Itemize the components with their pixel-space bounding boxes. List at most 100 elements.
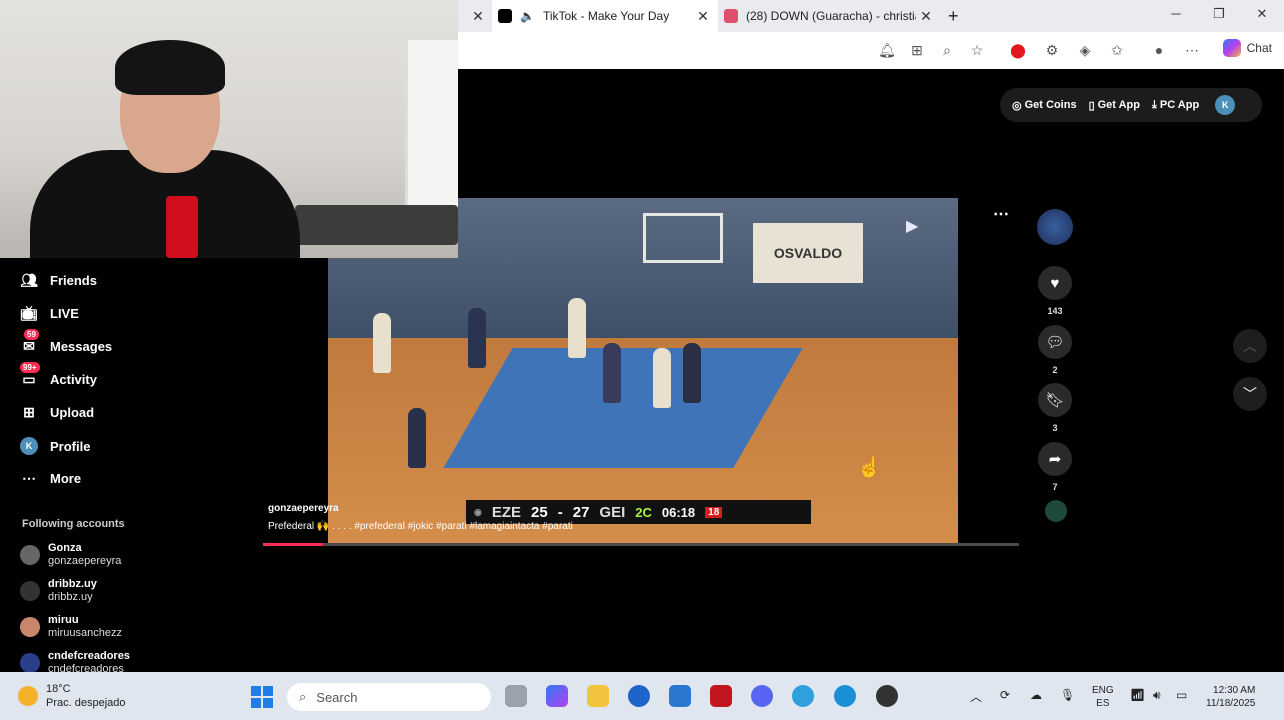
league-logo-icon: ◉	[474, 506, 482, 517]
sidebar-item-upload[interactable]: ⊞ Upload	[20, 404, 94, 421]
account-name: miruu	[48, 614, 79, 626]
windows-start-icon[interactable]	[251, 686, 273, 708]
task-view-icon[interactable]	[505, 685, 527, 707]
share-arrow-icon: ➦	[1048, 451, 1062, 468]
video-author[interactable]: gonzaepereyra	[268, 503, 339, 514]
prev-tab-close-button[interactable]: ✕	[468, 0, 488, 32]
comment-button[interactable]: 💬︎	[1038, 325, 1072, 359]
edge-beta-icon[interactable]	[792, 685, 814, 707]
hp-icon[interactable]	[628, 685, 650, 707]
music-disc-icon[interactable]	[1045, 500, 1067, 522]
creator-avatar[interactable]	[1037, 209, 1073, 245]
webcam-overlay	[0, 0, 458, 258]
streamer-hair	[115, 40, 225, 95]
sidebar-item-messages[interactable]: ✉ 59 Messages	[20, 329, 112, 355]
account-username: miruusanchezz	[48, 627, 122, 639]
taskbar-search[interactable]: ⌕ Search	[287, 683, 491, 711]
sidebar-item-profile[interactable]: K Profile	[20, 437, 90, 455]
battery-icon[interactable]: ▭	[1176, 688, 1187, 702]
weather-widget[interactable]: 18°C Prac. despejado	[18, 682, 126, 710]
new-tab-button[interactable]: +	[948, 0, 968, 32]
get-coins-button[interactable]: ◎ Get Coins	[1012, 99, 1077, 112]
extensions-icon[interactable]: ⚙	[1043, 42, 1061, 59]
profile-icon: K	[20, 437, 38, 455]
tiktok-favicon-icon	[498, 9, 512, 23]
tab-tiktok[interactable]: 🔈 TikTok - Make Your Day ✕	[492, 0, 718, 32]
header-actions: ◎ Get Coins ▯ Get App ⤓ PC App K	[1000, 88, 1262, 122]
store-icon[interactable]	[669, 685, 691, 707]
save-button[interactable]: 🔖︎	[1038, 383, 1072, 417]
language-primary: ENG	[1092, 685, 1114, 696]
window-close-icon[interactable]: ✕	[1252, 6, 1272, 22]
cloud-icon[interactable]: ☁	[1030, 688, 1042, 702]
player	[603, 343, 621, 403]
browser-tab-bar: ✕ 🔈 TikTok - Make Your Day ✕ (28) DOWN (…	[458, 0, 1284, 32]
speaker-icon[interactable]: 🔈	[520, 9, 535, 23]
sidebar-item-activity[interactable]: ▭ 99+ Activity	[20, 362, 97, 388]
bell-icon[interactable]: 🔔︎	[878, 42, 896, 59]
sidebar-item-friends[interactable]: 👥︎ Friends	[20, 272, 97, 289]
comment-icon: 💬︎	[1045, 334, 1065, 351]
sync-icon[interactable]: ⟳	[1000, 688, 1010, 702]
more-icon: ⋯	[22, 470, 36, 486]
favorite-star-icon[interactable]: ☆	[968, 42, 986, 59]
following-account[interactable]: miruu miruusanchezz	[20, 614, 122, 640]
download-icon: ⤓	[1152, 98, 1157, 111]
previous-video-button[interactable]: ︿	[1233, 329, 1267, 363]
obs-icon[interactable]	[876, 685, 898, 707]
account-username: dribbz.uy	[48, 591, 93, 603]
video-progress-bar[interactable]	[263, 543, 1019, 546]
sidebar-item-more[interactable]: ⋯ More	[20, 470, 81, 487]
like-button[interactable]: ♥	[1038, 266, 1072, 300]
microphone-icon[interactable]: 🎙︎	[1060, 688, 1075, 702]
get-app-label: Get App	[1097, 99, 1140, 111]
sidebar-item-live[interactable]: 📺︎ LIVE	[20, 305, 79, 322]
language-indicator[interactable]: ENG ES	[1092, 684, 1114, 710]
get-app-button[interactable]: ▯ Get App	[1089, 99, 1140, 112]
file-explorer-icon[interactable]	[587, 685, 609, 707]
tab-close-button[interactable]: ✕	[916, 8, 936, 25]
copilot-icon[interactable]: ◈	[1076, 42, 1094, 59]
tab-close-button[interactable]: ✕	[693, 8, 713, 25]
clock-date: 11/18/2025	[1206, 698, 1256, 709]
next-video-button[interactable]: ﹀	[1233, 377, 1267, 411]
mcafee-icon[interactable]	[710, 685, 732, 707]
user-avatar[interactable]: K	[1215, 95, 1236, 115]
minimize-icon[interactable]: ─	[1166, 6, 1186, 21]
account-name: cndefcreadores	[48, 650, 130, 662]
opera-icon[interactable]: ⬤	[1009, 42, 1027, 59]
video-more-options-icon[interactable]: ⋯	[993, 204, 1009, 224]
avatar	[20, 617, 40, 637]
favorites-icon[interactable]: ✩	[1108, 42, 1126, 59]
taskbar-clock[interactable]: 12:30 AM 11/18/2025	[1206, 684, 1255, 710]
volume-icon[interactable]: 🔊︎	[1153, 688, 1161, 703]
player	[468, 308, 486, 368]
share-button[interactable]: ➦	[1038, 442, 1072, 476]
video-caption: Prefederal 🙌 . . . . #prefederal #jokic …	[268, 521, 573, 532]
wifi-icon[interactable]: 📶︎	[1130, 688, 1145, 702]
copilot-icon[interactable]	[546, 685, 568, 707]
following-account[interactable]: dribbz.uy dribbz.uy	[20, 578, 97, 604]
home-team: EZE	[491, 503, 522, 521]
edge-icon[interactable]	[834, 685, 856, 707]
coin-icon: ◎	[1012, 99, 1022, 112]
weather-condition: Prac. despejado	[46, 697, 126, 709]
microphone	[166, 196, 198, 258]
score-separator: -	[557, 503, 563, 521]
menu-dots-icon[interactable]: ⋯	[1183, 42, 1201, 59]
discord-icon[interactable]	[751, 685, 773, 707]
activity-icon: ▭ 99+	[20, 362, 40, 388]
tab-youtube[interactable]: (28) DOWN (Guaracha) - christian ✕	[720, 0, 940, 32]
sidebar-item-label: Friends	[50, 273, 97, 288]
profile-avatar-icon[interactable]: ●	[1150, 42, 1168, 58]
apps-icon[interactable]: ⊞	[908, 42, 926, 59]
zoom-icon[interactable]: ⌕	[938, 42, 956, 59]
messages-icon: ✉ 59	[20, 329, 39, 355]
pc-app-button[interactable]: ⤓ PC App	[1152, 99, 1199, 112]
following-account[interactable]: Gonza gonzaepereyra	[20, 542, 121, 568]
player	[653, 348, 671, 408]
live-icon: 📺︎	[20, 305, 38, 321]
restore-icon[interactable]: ❐	[1209, 6, 1229, 22]
chevron-up-icon[interactable]: ︿	[970, 688, 982, 705]
chat-button[interactable]: Chat	[1222, 39, 1272, 57]
